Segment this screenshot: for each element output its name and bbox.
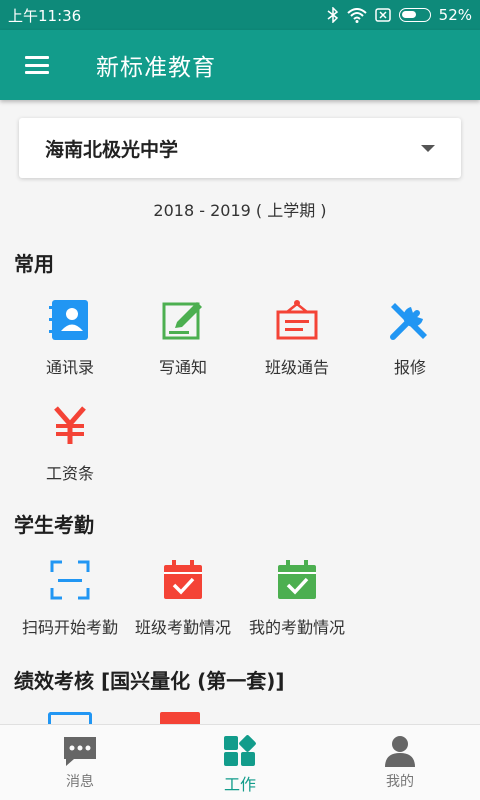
nav-label: 我的 <box>386 774 414 790</box>
chat-icon <box>64 737 96 766</box>
tile-label: 我的考勤情况 <box>248 618 345 637</box>
clipboard-icon <box>160 712 200 724</box>
menu-button[interactable] <box>0 30 74 100</box>
tile-payslip[interactable]: 工资条 <box>13 402 127 484</box>
tile-repair[interactable]: 报修 <box>353 296 467 378</box>
wifi-icon <box>346 7 367 23</box>
evaluation-icon <box>48 712 92 724</box>
battery-percent: 52% <box>438 6 472 24</box>
tile-contacts[interactable]: 通讯录 <box>13 296 127 378</box>
calendar-check-icon <box>159 556 207 604</box>
tile-my-attendance[interactable]: 我的考勤情况 <box>240 556 354 638</box>
notice-board-icon <box>273 296 321 344</box>
section-title-performance: 绩效考核 [国兴量化 (第一套)] <box>14 669 285 693</box>
tile-label: 报修 <box>393 358 426 377</box>
tile-label: 工资条 <box>45 464 94 483</box>
repair-tools-icon <box>386 296 434 344</box>
calendar-check-icon <box>273 556 321 604</box>
sim-disabled-icon <box>374 8 391 22</box>
nav-mine[interactable]: 我的 <box>320 725 480 800</box>
nav-work[interactable]: 工作 <box>160 725 320 800</box>
school-name: 海南北极光中学 <box>45 138 179 161</box>
battery-icon <box>398 8 431 22</box>
nav-messages[interactable]: 消息 <box>0 725 160 800</box>
content-scroll-area[interactable]: 海南北极光中学 2018 - 2019 ( 上学期 ) 常用 通讯录 写通知 班… <box>0 100 480 724</box>
tile-label: 扫码开始考勤 <box>21 618 118 637</box>
section-title-common: 常用 <box>14 252 54 276</box>
bottom-navigation: 消息 工作 我的 <box>0 724 480 800</box>
tile-class-attendance[interactable]: 班级考勤情况 <box>126 556 240 638</box>
tile-write-notice[interactable]: 写通知 <box>126 296 240 378</box>
app-bar: 新标准教育 <box>0 30 480 100</box>
scan-icon <box>46 556 94 604</box>
person-icon <box>385 736 415 767</box>
dropdown-arrow-icon <box>421 144 435 152</box>
contacts-icon <box>46 296 94 344</box>
edit-icon <box>159 296 207 344</box>
nav-label: 工作 <box>223 775 256 794</box>
term-label: 2018 - 2019 ( 上学期 ) <box>153 201 327 220</box>
tile-label: 写通知 <box>158 358 207 377</box>
school-selector[interactable]: 海南北极光中学 <box>19 118 461 178</box>
hamburger-menu-icon <box>25 56 49 74</box>
status-time: 上午11:36 <box>8 6 82 25</box>
section-title-attendance: 学生考勤 <box>14 513 94 537</box>
tile-label: 班级通告 <box>264 358 329 377</box>
status-bar: 上午11:36 52% <box>0 0 480 30</box>
nav-label: 消息 <box>66 774 94 790</box>
tile-label: 班级考勤情况 <box>134 618 231 637</box>
dashboard-icon <box>224 735 256 766</box>
tile-class-notice[interactable]: 班级通告 <box>240 296 354 378</box>
tile-scan-attendance[interactable]: 扫码开始考勤 <box>13 556 127 638</box>
yen-icon <box>46 402 94 450</box>
app-title: 新标准教育 <box>96 55 216 81</box>
bluetooth-icon <box>327 7 338 23</box>
tile-label: 通讯录 <box>45 358 94 377</box>
